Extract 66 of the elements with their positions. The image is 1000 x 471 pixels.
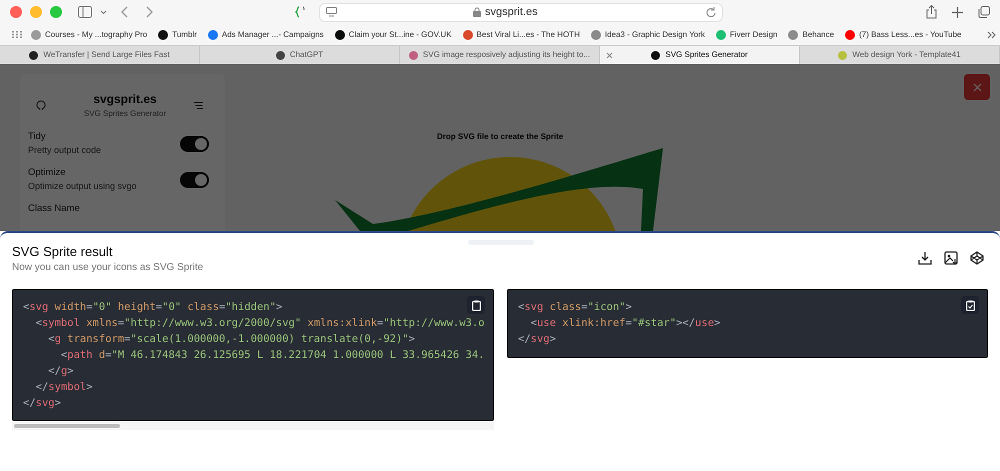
menu-icon[interactable] (194, 102, 203, 108)
scrollbar-thumb[interactable] (14, 424, 120, 428)
code-line: <g transform="scale(1.000000,-1.000000) translate(0,-92)"> (47, 332, 415, 347)
close-window-button[interactable] (10, 6, 22, 18)
reader-icon (326, 7, 337, 17)
tab-title: SVG Sprites Generator (665, 49, 748, 61)
bookmark-item[interactable]: Idea3 - Graphic Design York (588, 28, 707, 40)
bookmark-item[interactable]: Tumblr (156, 28, 199, 40)
bookmark-item[interactable]: Claim your St...ine - GOV.UK (332, 28, 454, 40)
extension-icon[interactable] (295, 6, 307, 18)
sheet-title: SVG Sprite result (12, 243, 114, 260)
chevron-down-icon[interactable] (100, 10, 107, 14)
tab-title: ChatGPT (290, 49, 324, 61)
forward-icon[interactable] (145, 6, 153, 18)
share-icon[interactable] (926, 5, 937, 19)
clipboard-icon (472, 300, 480, 310)
image-download-icon[interactable] (944, 251, 958, 265)
grid-icon[interactable] (12, 31, 22, 38)
option-label: Tidy (28, 130, 47, 144)
option-label: Optimize (28, 166, 66, 180)
lock-icon (473, 7, 481, 17)
code-line: </svg> (23, 396, 61, 411)
copy-button[interactable] (961, 296, 979, 314)
code-line: <use xlink:href="#star"></use> (530, 316, 720, 331)
tabs-overview-icon[interactable] (978, 6, 990, 18)
zoom-window-button[interactable] (50, 6, 62, 18)
copy-button[interactable] (467, 296, 485, 314)
address-text: svgsprit.es (485, 4, 538, 20)
clipboard-check-icon (966, 300, 974, 310)
tab-title: Web design York - Template41 (852, 49, 961, 61)
option-description: Pretty output code (28, 144, 102, 158)
code-line: </symbol> (34, 380, 93, 395)
sheet-subtitle: Now you can use your icons as SVG Sprite (12, 261, 204, 275)
address-bar[interactable]: svgsprit.es (319, 2, 723, 22)
browser-tab[interactable]: SVG Sprites Generator (600, 46, 800, 64)
code-line: </g> (47, 364, 74, 379)
code-line: </svg> (518, 332, 556, 347)
cube-icon[interactable] (970, 251, 984, 265)
close-icon (972, 82, 982, 92)
tab-title: SVG image resposively adjusting its height to... (422, 49, 590, 61)
code-line: <svg class="icon"> (518, 300, 632, 315)
overflow-chevron-icon[interactable] (987, 30, 996, 38)
bookmark-item[interactable]: Courses - My ...tography Pro (29, 28, 150, 40)
bookmark-item[interactable]: Behance (786, 28, 836, 40)
toggle-switch[interactable] (180, 172, 209, 188)
plus-icon[interactable] (952, 6, 963, 18)
code-line: <path d="M 46.174843 26.125695 L 18.221704 1.000000 L 33.965426 34. (60, 348, 485, 363)
reload-icon[interactable] (706, 7, 716, 17)
field-label: Class Name (28, 202, 81, 216)
bookmark-item[interactable]: Best Viral Li...es - The HOTH (460, 28, 582, 40)
download-icon[interactable] (918, 251, 932, 265)
bookmark-item[interactable]: Ads Manager ...- Campaigns (206, 28, 326, 40)
option-description: Optimize output using svgo (28, 180, 137, 193)
close-tab-icon[interactable] (606, 52, 613, 58)
bookmark-item[interactable]: (7) Bass Less...es - YouTube (843, 28, 964, 40)
dropzone-text: Drop SVG file to create the Sprite (437, 131, 564, 143)
code-line: <symbol xmlns="http://www.w3.org/2000/svg" xmlns:xlink="http://www.w3.o (34, 316, 485, 331)
app-subtitle: SVG Sprites Generator (84, 108, 166, 120)
tab-title: WeTransfer | Send Large Files Fast (43, 49, 170, 61)
back-icon[interactable] (121, 6, 129, 18)
sidebar-icon[interactable] (78, 6, 92, 18)
toggle-switch[interactable] (180, 136, 209, 152)
code-line: <svg width="0" height="0" class="hidden"> (23, 300, 282, 315)
close-button[interactable] (964, 74, 990, 100)
app-title: svgsprit.es (93, 91, 157, 108)
bookmark-item[interactable]: Fiverr Design (714, 28, 780, 40)
